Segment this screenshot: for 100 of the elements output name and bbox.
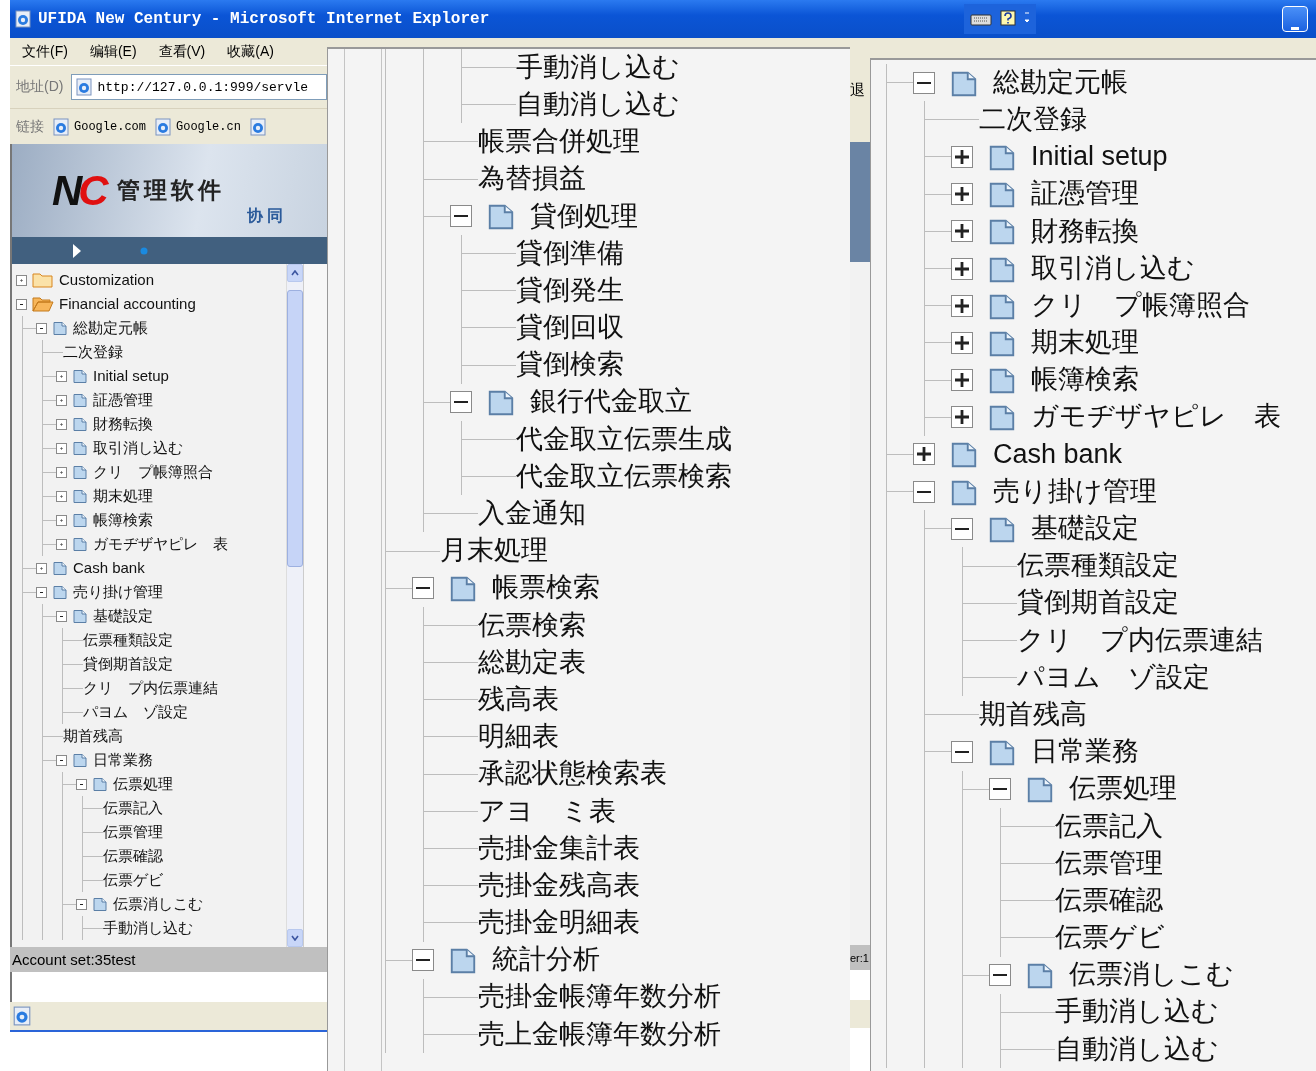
tree-item[interactable]: 取引消し込む (1031, 253, 1195, 284)
tree-item[interactable]: 貸倒処理 (530, 201, 638, 232)
keyboard-icon[interactable] (970, 12, 992, 26)
tree-item[interactable]: 自動消し込む (516, 89, 680, 120)
tree-toggle[interactable] (36, 562, 47, 574)
tree-toggle[interactable] (56, 514, 67, 526)
tree-item[interactable]: 日常業務 (1031, 737, 1139, 767)
tree-item[interactable]: パヨム ゾ設定 (1017, 662, 1210, 693)
tree-item[interactable]: ガモヂザヤピレ 表 (93, 535, 228, 553)
tree-toggle[interactable] (951, 294, 973, 317)
menu-item[interactable]: 编辑(E) (89, 42, 137, 61)
tree-item[interactable]: Financial accounting (59, 295, 196, 313)
tree-item[interactable]: 総勘定表 (478, 647, 586, 678)
tree-item[interactable]: 二次登録 (63, 343, 123, 361)
tree-item[interactable]: 期首残高 (63, 727, 123, 745)
tree-item[interactable]: Initial setup (93, 367, 169, 385)
tree-toggle[interactable] (76, 898, 87, 910)
tree-item[interactable]: 残高表 (478, 684, 559, 715)
tree-item[interactable]: 伝票処理 (1069, 774, 1177, 804)
tree-toggle[interactable] (951, 331, 973, 354)
tree-item[interactable]: 為替損益 (478, 164, 586, 194)
tree-item[interactable]: 伝票確認 (103, 847, 163, 865)
tree-item[interactable]: 証憑管理 (93, 391, 153, 409)
tree-toggle[interactable] (56, 754, 67, 766)
tree-toggle[interactable] (56, 538, 67, 550)
tree-toggle[interactable] (16, 274, 27, 286)
tree-item[interactable]: 帳簿検索 (1031, 365, 1139, 395)
tree-toggle[interactable] (56, 418, 67, 430)
tree-item[interactable]: 財務転換 (1031, 216, 1139, 247)
tree-item[interactable]: 伝票記入 (1055, 811, 1163, 842)
tree-item[interactable]: クリ プ帳簿照合 (93, 463, 213, 481)
tree-toggle[interactable] (913, 480, 935, 503)
tree-toggle[interactable] (951, 183, 973, 206)
tree-item[interactable]: Customization (59, 271, 155, 289)
menu-item[interactable]: 查看(V) (158, 42, 206, 61)
tree-item[interactable]: 売掛金明細表 (478, 908, 640, 938)
tree-item[interactable]: パヨム ゾ設定 (83, 703, 188, 721)
menu-item[interactable]: 文件(F) (22, 42, 68, 61)
tree-item[interactable]: クリ プ帳簿照合 (1031, 290, 1250, 321)
tree-item[interactable]: 日常業務 (93, 751, 153, 769)
tree-item[interactable]: 伝票管理 (103, 823, 163, 841)
tree-toggle[interactable] (56, 610, 67, 622)
tree-item[interactable]: 伝票消しこむ (1069, 960, 1234, 990)
tree-item[interactable]: 伝票消しこむ (113, 895, 203, 913)
tree-item[interactable]: 帳票検索 (492, 573, 600, 604)
menu-item[interactable]: 收藏(A) (227, 42, 274, 61)
tree-toggle[interactable] (412, 577, 434, 600)
tree-item[interactable]: 入金通知 (478, 499, 586, 529)
tree-item[interactable]: 統計分析 (492, 945, 600, 975)
tree-item[interactable]: 伝票処理 (113, 775, 173, 793)
tree-toggle[interactable] (913, 71, 935, 94)
tree-item[interactable]: 基礎設定 (1031, 514, 1139, 544)
tree-item[interactable]: 手動消し込む (516, 52, 680, 83)
scroll-up-button[interactable] (287, 264, 303, 282)
tree-toggle[interactable] (913, 443, 935, 466)
tree-item[interactable]: 代金取立伝票検索 (516, 461, 732, 492)
minimize-button[interactable] (1282, 6, 1308, 32)
tree-toggle[interactable] (951, 369, 973, 392)
tree-item[interactable]: 貸倒検索 (516, 350, 624, 380)
tree-item[interactable]: 証憑管理 (1031, 179, 1139, 209)
tree-item[interactable]: 伝票種類設定 (83, 631, 173, 649)
tree-item[interactable]: 帳簿検索 (93, 511, 153, 529)
tree-item[interactable]: Cash bank (993, 439, 1123, 470)
tree-toggle[interactable] (951, 220, 973, 243)
tree-item[interactable]: 月末処理 (440, 536, 548, 566)
tree-toggle[interactable] (412, 949, 434, 972)
tree-item[interactable]: 伝票確認 (1055, 885, 1163, 916)
help-icon[interactable] (1000, 10, 1016, 28)
tree-toggle[interactable] (56, 370, 67, 382)
tree-item[interactable]: 売り掛け管理 (73, 583, 163, 601)
play-icon[interactable] (72, 242, 82, 259)
tree-item[interactable]: 売り掛け管理 (993, 476, 1157, 507)
tree-toggle[interactable] (450, 205, 472, 228)
tree-item[interactable]: 期末処理 (1031, 328, 1139, 358)
tree-item[interactable]: 貸倒期首設定 (1017, 588, 1179, 619)
tree-item[interactable]: 手動消し込む (103, 919, 193, 937)
tree-toggle[interactable] (36, 586, 47, 598)
tree-item[interactable]: 伝票ゲビ (1055, 923, 1165, 953)
scrollbar-thumb[interactable] (287, 290, 303, 567)
tree-toggle[interactable] (36, 322, 47, 334)
tree-toggle[interactable] (951, 145, 973, 168)
tree-item[interactable]: 二次登録 (979, 104, 1087, 135)
tree-item[interactable]: 伝票種類設定 (1017, 551, 1179, 581)
tree-toggle[interactable] (450, 391, 472, 414)
tree-toggle[interactable] (16, 298, 27, 310)
tree-toggle[interactable] (56, 466, 67, 478)
scrollbar[interactable] (286, 264, 303, 947)
tree-item[interactable]: 伝票管理 (1055, 848, 1163, 879)
tree-item[interactable]: 明細表 (478, 722, 559, 752)
tree-item[interactable]: 期末処理 (93, 487, 153, 505)
tree-toggle[interactable] (76, 778, 87, 790)
tree-item[interactable]: 伝票検索 (478, 610, 586, 641)
tree-item[interactable]: 売上金帳簿年数分析 (478, 1019, 721, 1050)
tree-toggle[interactable] (951, 406, 973, 429)
tree-toggle[interactable] (951, 517, 973, 540)
tree-item[interactable]: 売掛金集計表 (478, 833, 640, 864)
tree-item[interactable]: Initial setup (1031, 142, 1168, 172)
tree-item[interactable]: Cash bank (73, 559, 145, 577)
link[interactable]: Google.com (52, 117, 146, 136)
tree-item[interactable]: 取引消し込む (93, 439, 183, 457)
